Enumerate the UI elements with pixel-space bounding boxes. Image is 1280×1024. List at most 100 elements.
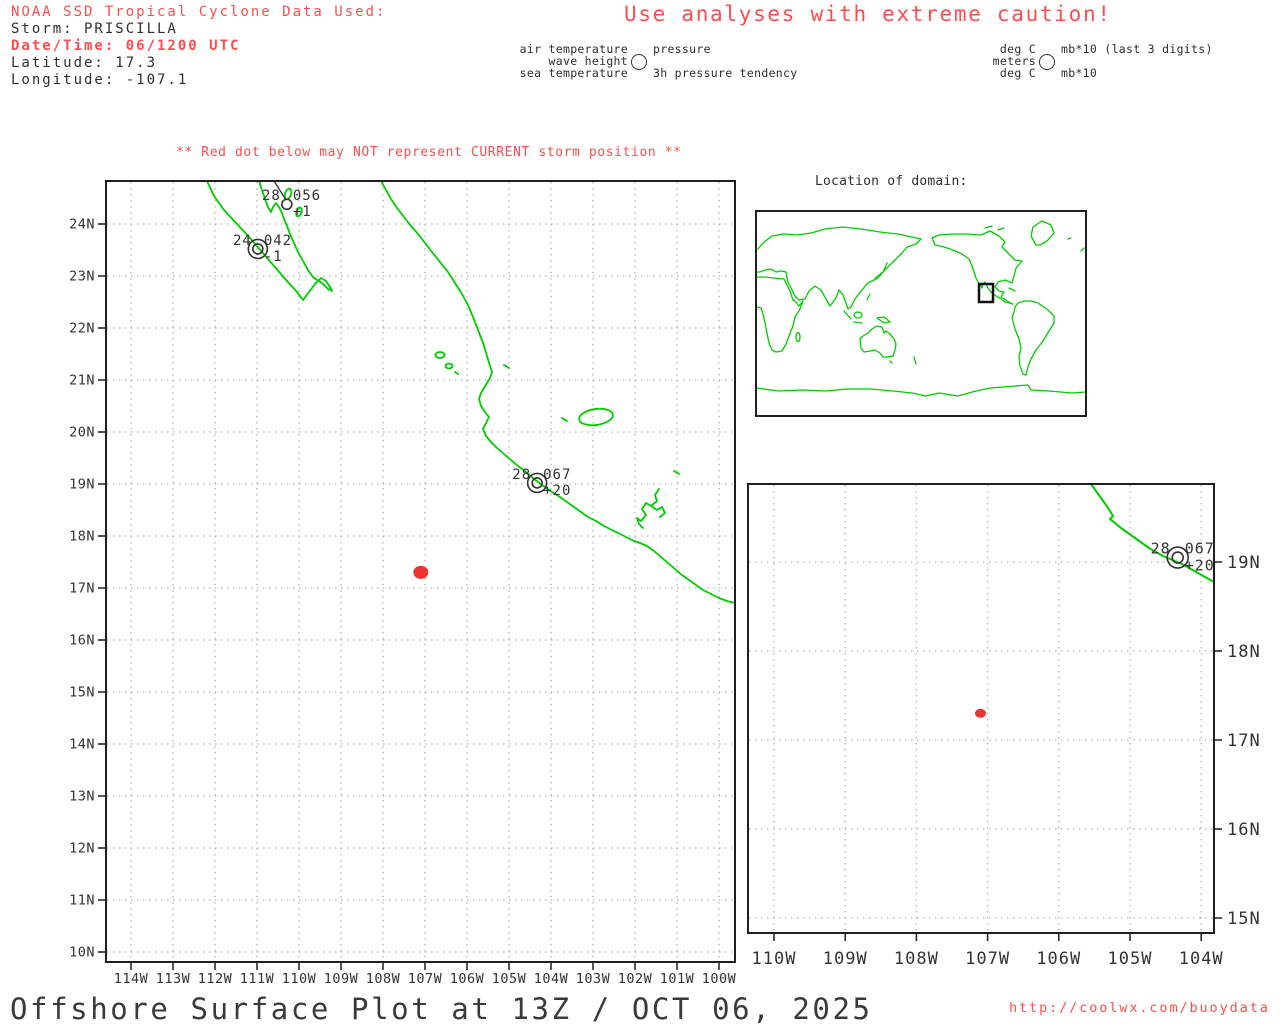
- madagascar: [796, 333, 800, 342]
- world-locator-map: [756, 221, 1086, 396]
- x-tick-label: 104W: [534, 971, 569, 987]
- tres-marias-island: [446, 364, 453, 369]
- y-tick-label: 18N: [1227, 642, 1261, 662]
- borneo: [854, 312, 862, 318]
- x-tick-label: 106W: [1036, 949, 1081, 969]
- australia: [860, 326, 896, 357]
- tasmania: [890, 361, 892, 363]
- station-plot: 28 067+20: [1151, 540, 1215, 575]
- small-island-mark: [455, 372, 458, 374]
- y-tick-label: 24N: [69, 217, 95, 233]
- x-tick-label: 114W: [114, 971, 149, 987]
- arctic-island-mark: [985, 226, 992, 228]
- north-america-west-coast: [932, 238, 1013, 304]
- station-pressure-tendency-value: +1: [293, 204, 312, 220]
- station-pressure-value: 056: [293, 188, 321, 204]
- x-tick-label: 100W: [702, 971, 737, 987]
- arctic-island-mark: [998, 228, 1004, 230]
- station-circle-icon: [253, 244, 263, 254]
- y-tick-label: 16N: [69, 633, 95, 649]
- x-tick-label: 105W: [492, 971, 527, 987]
- station-circle-icon: [282, 199, 292, 209]
- station-pressure-tendency-value: +20: [543, 483, 571, 499]
- y-tick-label: 23N: [69, 269, 95, 285]
- x-tick-label: 110W: [752, 949, 797, 969]
- y-tick-label: 18N: [69, 529, 95, 545]
- sumatra: [844, 311, 851, 319]
- plot-title: Offshore Surface Plot at 13Z / OCT 06, 2…: [10, 992, 873, 1024]
- station-pressure-value: 067: [543, 467, 571, 483]
- new-zealand: [914, 357, 916, 364]
- y-tick-label: 10N: [69, 945, 95, 961]
- station-air-temp-value: 28: [1151, 540, 1171, 558]
- x-tick-label: 107W: [965, 949, 1010, 969]
- y-tick-label: 20N: [69, 425, 95, 441]
- tres-marias-island: [436, 352, 445, 358]
- north-america-coast: [932, 231, 1022, 304]
- greenland: [1031, 221, 1054, 245]
- storm-position-dot: [413, 566, 428, 579]
- station-plot: 24 042-1: [233, 233, 292, 265]
- x-tick-label: 108W: [366, 971, 401, 987]
- x-tick-label: 102W: [618, 971, 653, 987]
- y-tick-label: 19N: [69, 477, 95, 493]
- inset-map-axis-labels: 110W 109W 108W 107W 106W 105W 104W 19N 18N 17N 16N…: [752, 553, 1261, 969]
- main-map-axis-labels: 114W 113W 112W 111W 110W 109W 108W 107W 106W 105W…: [69, 217, 737, 987]
- x-tick-label: 103W: [576, 971, 611, 987]
- station-pressure-tendency-value: -1: [264, 249, 283, 265]
- y-tick-label: 13N: [69, 789, 95, 805]
- weather-plot-page: NOAA SSD Tropical Cyclone Data Used: Sto…: [0, 0, 1280, 1024]
- x-tick-label: 105W: [1108, 949, 1153, 969]
- cuba: [1009, 288, 1015, 291]
- y-tick-label: 14N: [69, 737, 95, 753]
- java: [854, 322, 862, 323]
- y-tick-label: 21N: [69, 373, 95, 389]
- x-tick-label: 112W: [198, 971, 233, 987]
- y-tick-label: 16N: [1227, 820, 1261, 840]
- y-tick-label: 11N: [69, 893, 95, 909]
- x-tick-label: 109W: [324, 971, 359, 987]
- station-air-temp-value: 28: [512, 467, 531, 483]
- x-tick-label: 108W: [894, 949, 939, 969]
- station-air-temp-value: 24: [233, 233, 252, 249]
- station-air-temp-value: 28: [262, 188, 281, 204]
- philippines: [867, 294, 870, 300]
- y-tick-label: 17N: [69, 581, 95, 597]
- world-map-frame: [756, 211, 1086, 416]
- mainland-coast: [381, 181, 735, 603]
- station-plot: 28 067+20: [512, 467, 571, 499]
- maps-canvas: 114W 113W 112W 111W 110W 109W 108W 107W 106W 105W…: [0, 0, 1280, 1024]
- map-frame-border: [748, 484, 1214, 933]
- x-tick-label: 110W: [282, 971, 317, 987]
- inset-map-grid: [749, 485, 1213, 932]
- x-tick-label: 111W: [240, 971, 275, 987]
- south-america-coast: [1012, 301, 1054, 375]
- y-tick-label: 12N: [69, 841, 95, 857]
- africa-coast: [756, 277, 803, 352]
- y-tick-label: 19N: [1227, 553, 1261, 573]
- small-island-mark: [504, 365, 509, 368]
- y-tick-label: 15N: [1227, 909, 1261, 929]
- main-map-stations: 28 056+1 24 042-1 28 067+20: [233, 188, 571, 579]
- x-tick-label: 106W: [450, 971, 485, 987]
- new-guinea: [877, 317, 890, 323]
- x-tick-label: 101W: [660, 971, 695, 987]
- x-tick-label: 107W: [408, 971, 443, 987]
- x-tick-label: 109W: [823, 949, 868, 969]
- station-pressure-tendency-value: +20: [1185, 556, 1215, 574]
- x-tick-label: 113W: [156, 971, 191, 987]
- x-tick-label: 104W: [1179, 949, 1224, 969]
- uk-mark: [1081, 248, 1084, 251]
- y-tick-label: 22N: [69, 321, 95, 337]
- eurasia-coast: [756, 227, 921, 309]
- iceland: [1068, 238, 1071, 239]
- antarctica-coast: [756, 385, 1086, 396]
- lake-chapala: [578, 407, 614, 428]
- y-tick-label: 17N: [1227, 731, 1261, 751]
- station-pressure-value: 067: [1185, 540, 1215, 558]
- source-url: http://coolwx.com/buoydata: [1009, 1000, 1270, 1016]
- storm-position-dot: [975, 709, 986, 718]
- y-tick-label: 15N: [69, 685, 95, 701]
- station-pressure-value: 042: [264, 233, 292, 249]
- small-lake-mark: [562, 418, 567, 421]
